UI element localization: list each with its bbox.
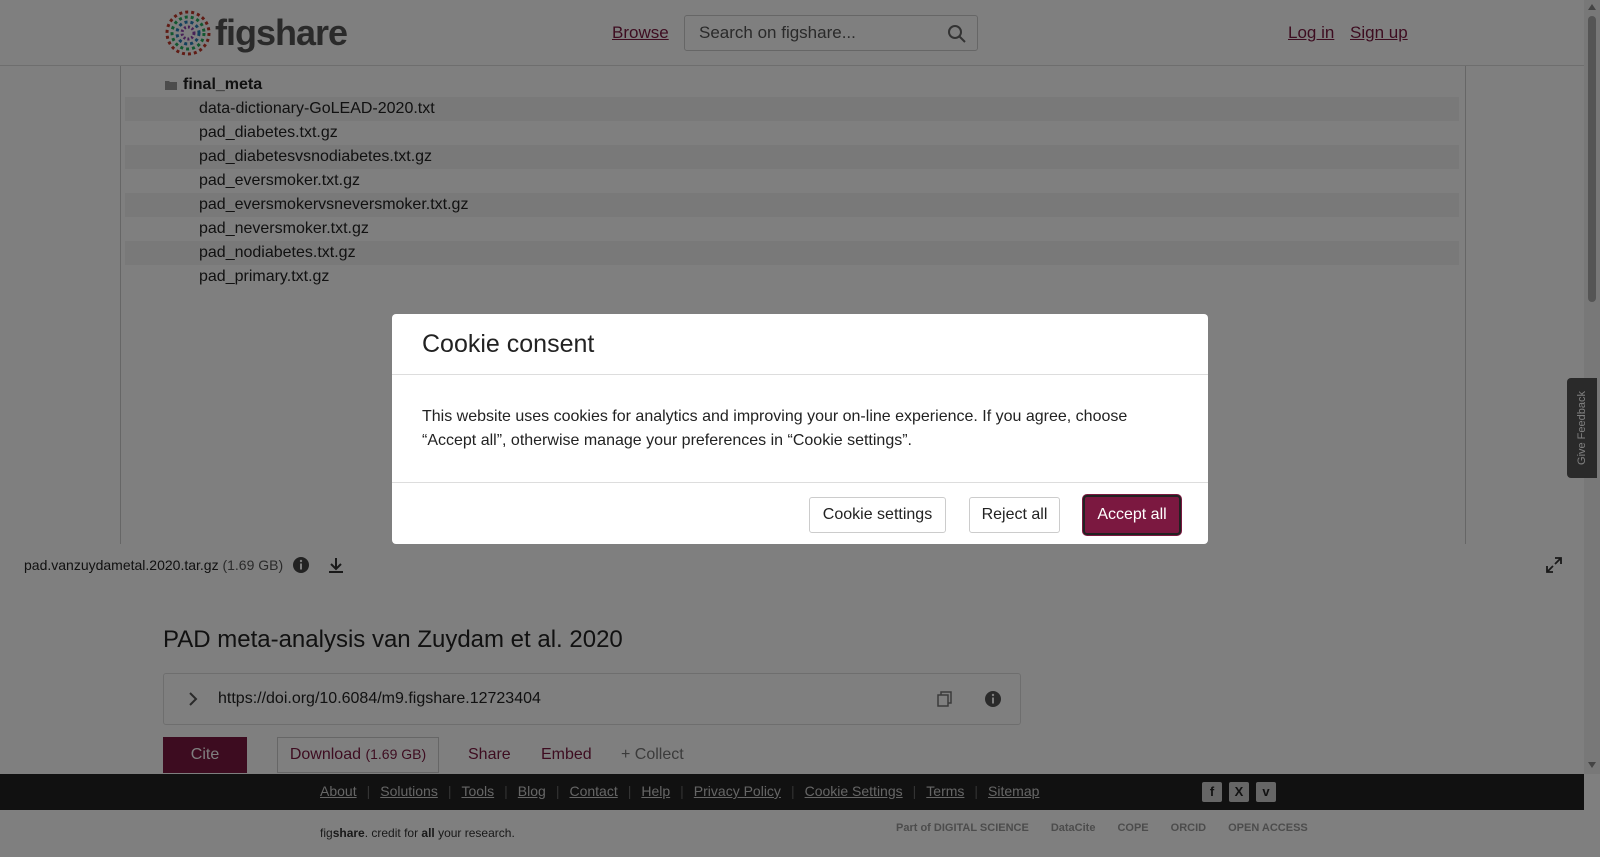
- reject-all-button[interactable]: Reject all: [969, 497, 1060, 533]
- modal-divider: [392, 482, 1208, 483]
- modal-divider: [392, 374, 1208, 375]
- modal-body: This website uses cookies for analytics …: [422, 408, 1128, 449]
- accept-all-button[interactable]: Accept all: [1083, 495, 1181, 535]
- cookie-consent-dialog: Cookie consent This website uses cookies…: [392, 314, 1208, 544]
- modal-title: Cookie consent: [422, 330, 595, 358]
- cookie-settings-button[interactable]: Cookie settings: [809, 497, 946, 533]
